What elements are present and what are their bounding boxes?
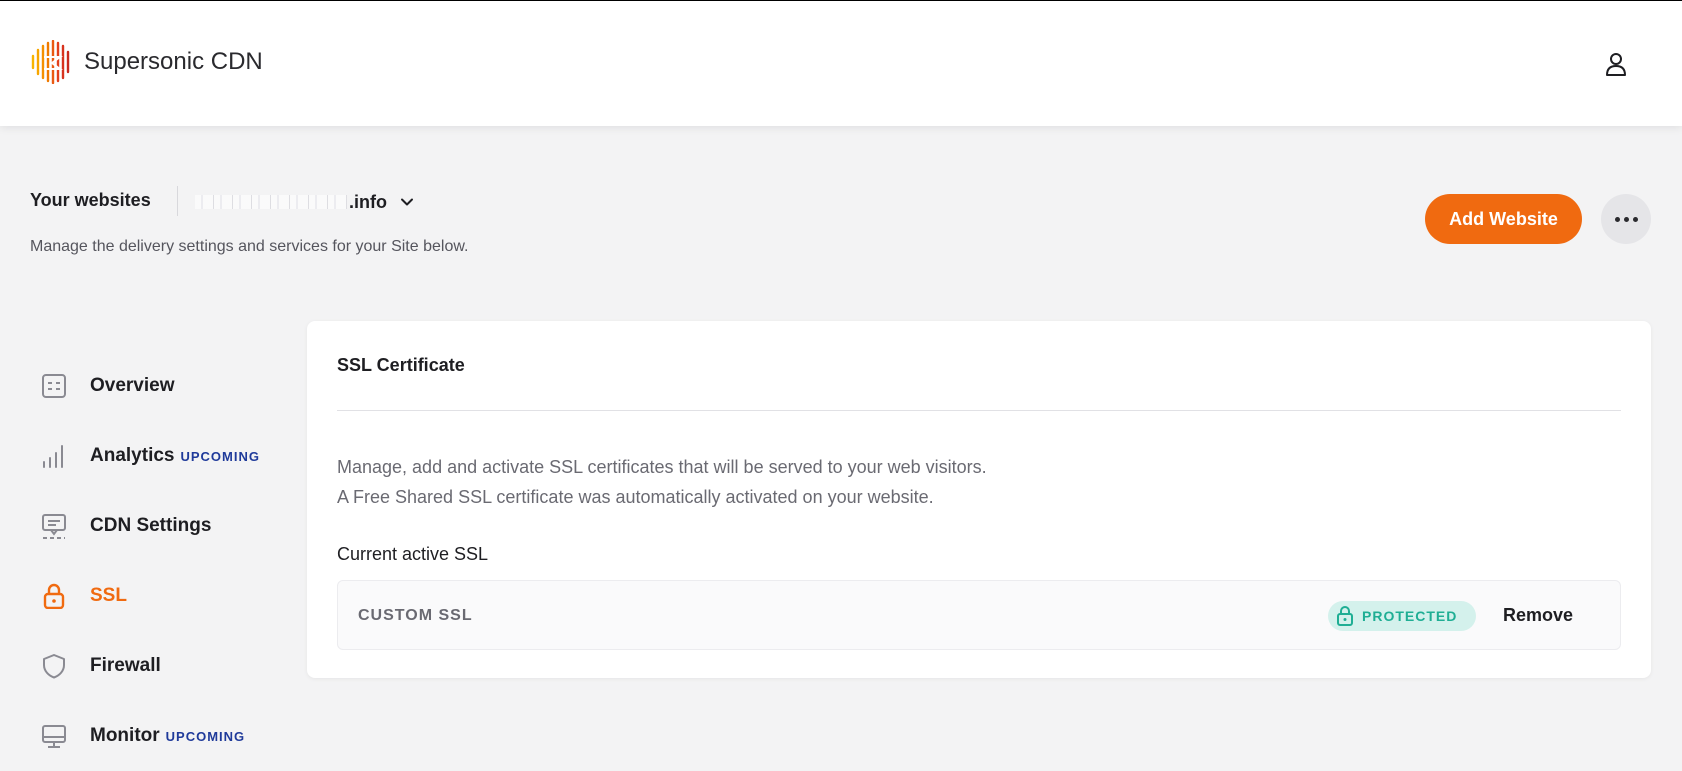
site-divider [177,186,178,216]
redacted-site-name [195,195,347,209]
sidebar-item-overview[interactable]: Overview [40,366,175,406]
description-line-1: Manage, add and activate SSL certificate… [337,457,987,477]
sidebar-item-analytics[interactable]: Analytics UPCOMING [40,436,260,476]
status-label: PROTECTED [1362,608,1458,624]
shield-icon [40,652,68,680]
monitor-icon [40,722,68,750]
website-selector[interactable]: .info [195,190,415,214]
upcoming-badge: UPCOMING [180,448,260,464]
sidebar-item-label: Analytics [90,445,175,466]
remove-button[interactable]: Remove [1503,605,1573,626]
website-name: .info [349,191,387,212]
page-subtitle: Manage the delivery settings and service… [30,238,469,255]
sidebar-item-monitor[interactable]: Monitor UPCOMING [40,716,245,756]
ssl-description: Manage, add and activate SSL certificate… [337,452,987,512]
sidebar-item-label: CDN Settings [90,515,212,536]
analytics-icon [40,442,68,470]
lock-icon [1337,606,1353,626]
card-title: SSL Certificate [337,355,465,375]
cdn-settings-icon [40,512,68,540]
ssl-type: CUSTOM SSL [358,607,473,624]
ssl-certificate-card: SSL Certificate Manage, add and activate… [307,321,1651,678]
overview-icon [40,372,68,400]
add-website-button[interactable]: Add Website [1425,194,1582,244]
app-header: Supersonic CDN [0,1,1682,126]
sidebar-item-cdn-settings[interactable]: CDN Settings [40,506,211,546]
more-options-button[interactable] [1601,194,1651,244]
sidebar-item-label: Monitor [90,725,160,746]
sidebar-item-label: Overview [90,375,175,396]
brand-name: Supersonic CDN [84,48,263,75]
more-horizontal-icon [1614,216,1638,222]
sidebar-item-label: Firewall [90,655,161,676]
supersonic-logo [31,40,70,84]
sidebar-item-ssl[interactable]: SSL [40,576,127,616]
current-ssl-label: Current active SSL [337,544,489,564]
card-divider [337,410,1621,411]
upcoming-badge: UPCOMING [165,728,246,744]
active-ssl-row: CUSTOM SSL PROTECTED Remove [337,580,1621,650]
sidebar-item-firewall[interactable]: Firewall [40,646,161,686]
lock-icon [40,582,68,610]
your-websites-label: Your websites [30,190,151,210]
status-badge: PROTECTED [1328,601,1476,631]
sidebar-item-label: SSL [90,585,127,606]
chevron-down-icon [401,198,413,206]
user-icon[interactable] [1602,50,1630,78]
description-line-2: A Free Shared SSL certificate was automa… [337,487,934,507]
